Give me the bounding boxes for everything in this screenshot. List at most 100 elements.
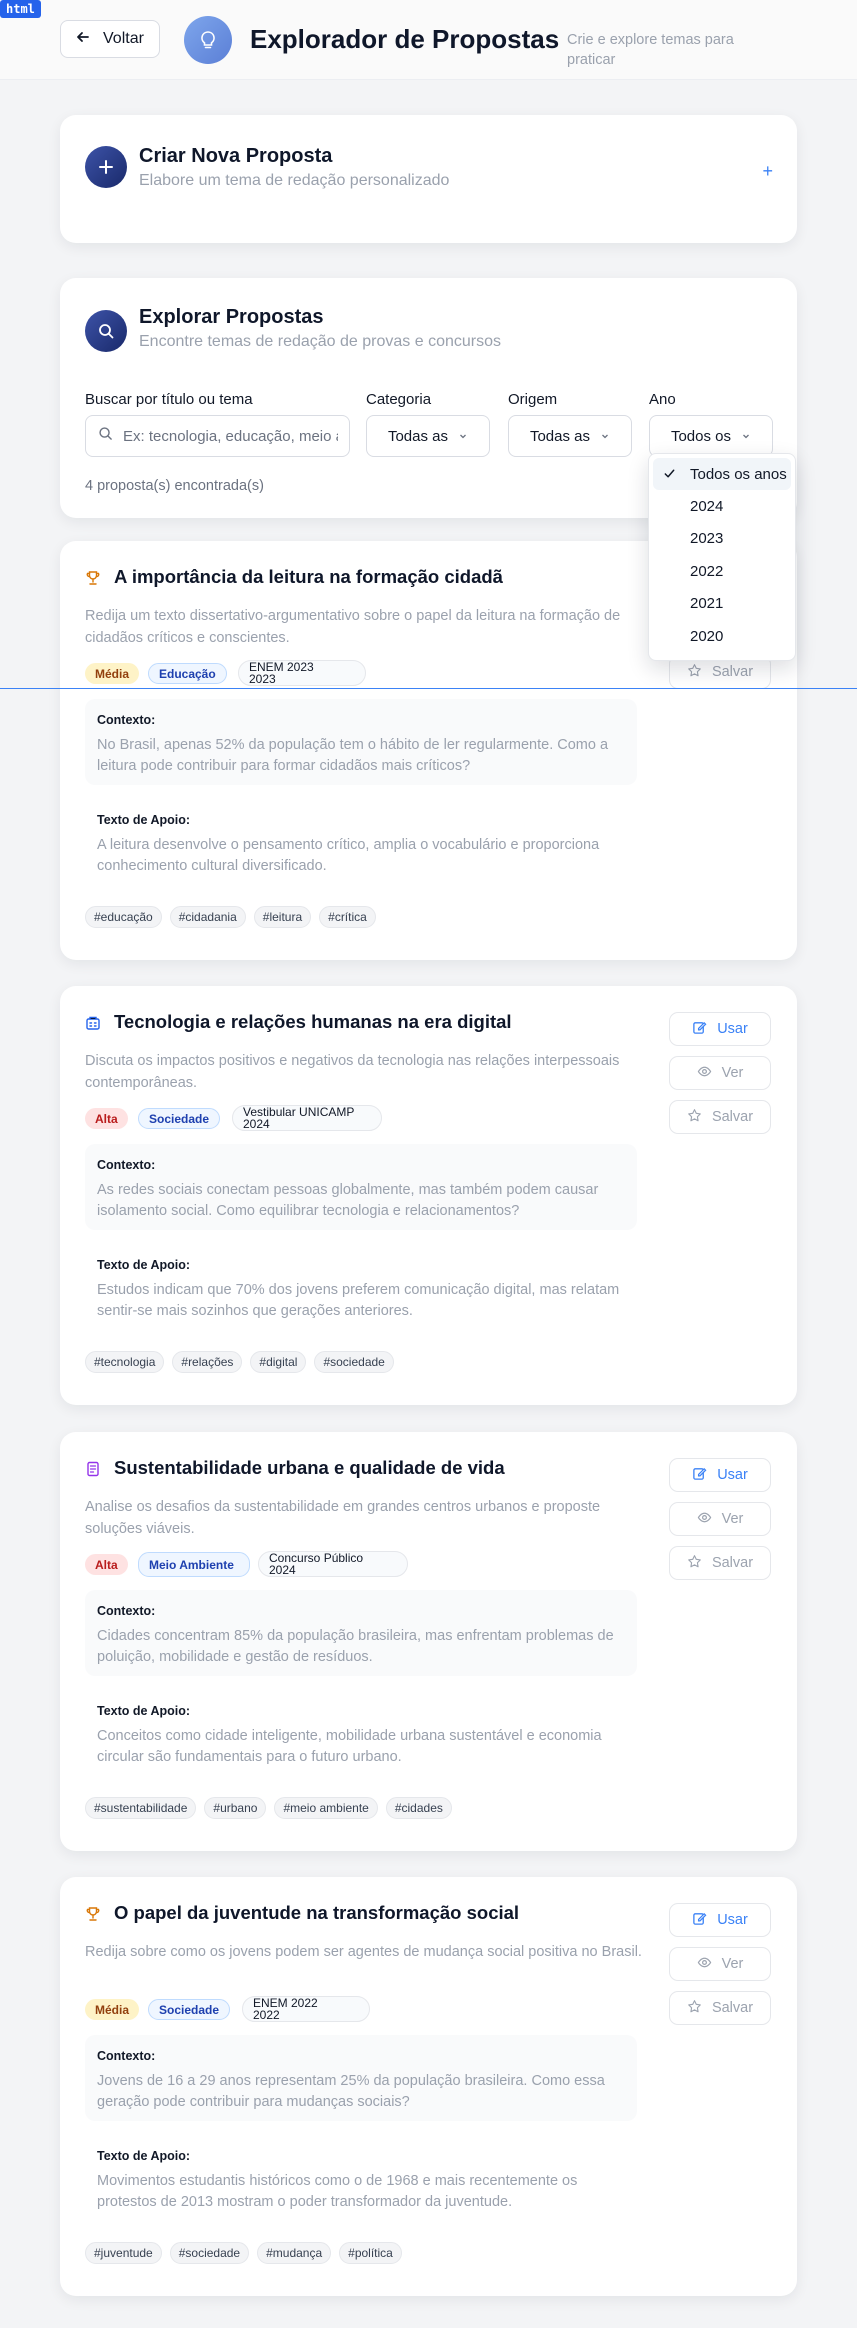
tag: #tecnologia xyxy=(85,1351,165,1373)
use-label: Usar xyxy=(717,1021,748,1037)
support-label: Texto de Apoio: xyxy=(97,1258,191,1272)
check-icon xyxy=(663,467,676,484)
page-title: Explorador de Propostas xyxy=(250,24,560,54)
save-label: Salvar xyxy=(711,1109,754,1125)
tag: #sociedade xyxy=(169,2242,250,2264)
context-label: Contexto: xyxy=(97,1604,156,1618)
search-icon xyxy=(98,426,113,446)
origin-year: 2024 xyxy=(269,1563,296,1577)
context-text: Cidades concentram 85% da população bras… xyxy=(97,1628,614,1665)
html-tag: html xyxy=(0,0,41,18)
year-option[interactable]: 2023 xyxy=(653,523,791,555)
lightbulb-icon xyxy=(184,16,232,64)
save-button[interactable]: Salvar xyxy=(669,1546,771,1580)
year-dropdown-menu: Todos os anos 2024 2023 2022 2021 2020 xyxy=(648,453,796,661)
use-button[interactable]: Usar xyxy=(669,1012,771,1046)
year-option[interactable]: 2020 xyxy=(653,620,791,652)
results-count: 4 proposta(s) encontrada(s) xyxy=(85,478,264,494)
year-option[interactable]: Todos os anos xyxy=(653,458,791,491)
create-subtitle: Elabore um tema de redação personalizado xyxy=(139,172,450,189)
proposal-title: A importância da leitura na formação cid… xyxy=(114,566,503,587)
tag: #sociedade xyxy=(314,1351,394,1373)
proposal-description: Analise os desafios da sustentabilidade … xyxy=(85,1499,601,1537)
category-badge: Sociedade xyxy=(138,1108,221,1129)
year-option-label: 2023 xyxy=(690,530,724,548)
proposal-card: Sustentabilidade urbana e qualidade de v… xyxy=(60,1432,797,1851)
difficulty-badge: Média xyxy=(85,1999,140,2020)
support-box: Texto de Apoio: A leitura desenvolve o p… xyxy=(85,799,637,885)
year-option-label: 2021 xyxy=(690,595,724,613)
categoria-value: Todas as xyxy=(387,427,449,445)
view-button[interactable]: Ver xyxy=(669,1502,771,1536)
document-icon xyxy=(85,1461,101,1477)
support-label: Texto de Apoio: xyxy=(97,813,191,827)
context-text: As redes sociais conectam pessoas global… xyxy=(97,1182,599,1219)
support-label: Texto de Apoio: xyxy=(97,1704,191,1718)
back-button[interactable]: Voltar xyxy=(60,20,160,58)
proposal-description: Redija sobre como os jovens podem ser ag… xyxy=(85,1944,642,1960)
search-circle-icon xyxy=(85,310,127,352)
year-option-label: 2024 xyxy=(690,498,724,516)
use-button[interactable]: Usar xyxy=(669,1458,771,1492)
save-button[interactable]: Salvar xyxy=(669,1991,771,2025)
tag: #urbano xyxy=(204,1797,267,1819)
tag: #sustentabilidade xyxy=(85,1797,197,1819)
tag: #cidadania xyxy=(169,906,246,928)
eye-icon xyxy=(697,1064,712,1083)
ano-select[interactable]: Todos os xyxy=(649,415,773,457)
tag: #mudança xyxy=(257,2242,332,2264)
tag: #relações xyxy=(172,1351,243,1373)
create-proposal-card[interactable]: Criar Nova Proposta Elabore um tema de r… xyxy=(60,115,797,243)
back-label: Voltar xyxy=(103,30,144,47)
category-badge: Educação xyxy=(148,663,227,684)
origem-value: Todas as xyxy=(529,427,591,445)
search-field[interactable] xyxy=(85,415,350,457)
search-label: Buscar por título ou tema xyxy=(85,391,253,408)
origin-year: 2024 xyxy=(243,1117,270,1131)
context-label: Contexto: xyxy=(97,713,156,727)
proposal-title: Sustentabilidade urbana e qualidade de v… xyxy=(114,1457,505,1478)
categoria-select[interactable]: Todas as xyxy=(366,415,490,457)
context-label: Contexto: xyxy=(97,1158,156,1172)
plus-circle-icon xyxy=(85,146,127,188)
year-option[interactable]: 2022 xyxy=(653,555,791,587)
origem-select[interactable]: Todas as xyxy=(508,415,632,457)
context-text: Jovens de 16 a 29 anos representam 25% d… xyxy=(97,2073,605,2110)
proposal-title: Tecnologia e relações humanas na era dig… xyxy=(114,1011,512,1032)
origin-year: 2022 xyxy=(253,2008,280,2022)
proposal-description: Redija um texto dissertativo-argumentati… xyxy=(85,608,621,646)
origin-year: 2023 xyxy=(249,672,276,686)
edit-icon xyxy=(692,1466,707,1485)
categoria-label: Categoria xyxy=(366,391,432,408)
tag: #digital xyxy=(250,1351,307,1373)
category-badge: Meio Ambiente xyxy=(138,1552,250,1577)
proposal-title: O papel da juventude na transformação so… xyxy=(114,1902,520,1923)
edit-icon xyxy=(692,1911,707,1930)
ano-value: Todos os xyxy=(670,427,732,445)
star-icon xyxy=(687,1554,702,1573)
eye-icon xyxy=(697,1955,712,1974)
trophy-icon xyxy=(85,570,101,586)
edit-icon xyxy=(692,1020,707,1039)
chevron-down-icon xyxy=(458,428,468,445)
search-input[interactable] xyxy=(123,427,338,445)
save-button[interactable]: Salvar xyxy=(669,1100,771,1134)
view-label: Ver xyxy=(721,1956,744,1972)
context-box: Contexto: As redes sociais conectam pess… xyxy=(85,1144,637,1230)
view-button[interactable]: Ver xyxy=(669,1947,771,1981)
view-label: Ver xyxy=(721,1065,744,1081)
view-button[interactable]: Ver xyxy=(669,1056,771,1090)
year-option[interactable]: 2024 xyxy=(653,490,791,522)
use-button[interactable]: Usar xyxy=(669,1903,771,1937)
create-title: Criar Nova Proposta xyxy=(139,145,333,167)
tag: #meio ambiente xyxy=(274,1797,378,1819)
tag: #política xyxy=(339,2242,402,2264)
plus-icon[interactable]: + xyxy=(762,161,773,182)
origin-badge: Concurso Público 2024 xyxy=(258,1551,408,1577)
year-option[interactable]: 2021 xyxy=(653,588,791,620)
support-box: Texto de Apoio: Estudos indicam que 70% … xyxy=(85,1244,637,1330)
context-box: Contexto: Cidades concentram 85% da popu… xyxy=(85,1590,637,1676)
difficulty-badge: Média xyxy=(85,663,140,684)
guide-line xyxy=(0,688,857,689)
chevron-down-icon xyxy=(600,428,610,445)
